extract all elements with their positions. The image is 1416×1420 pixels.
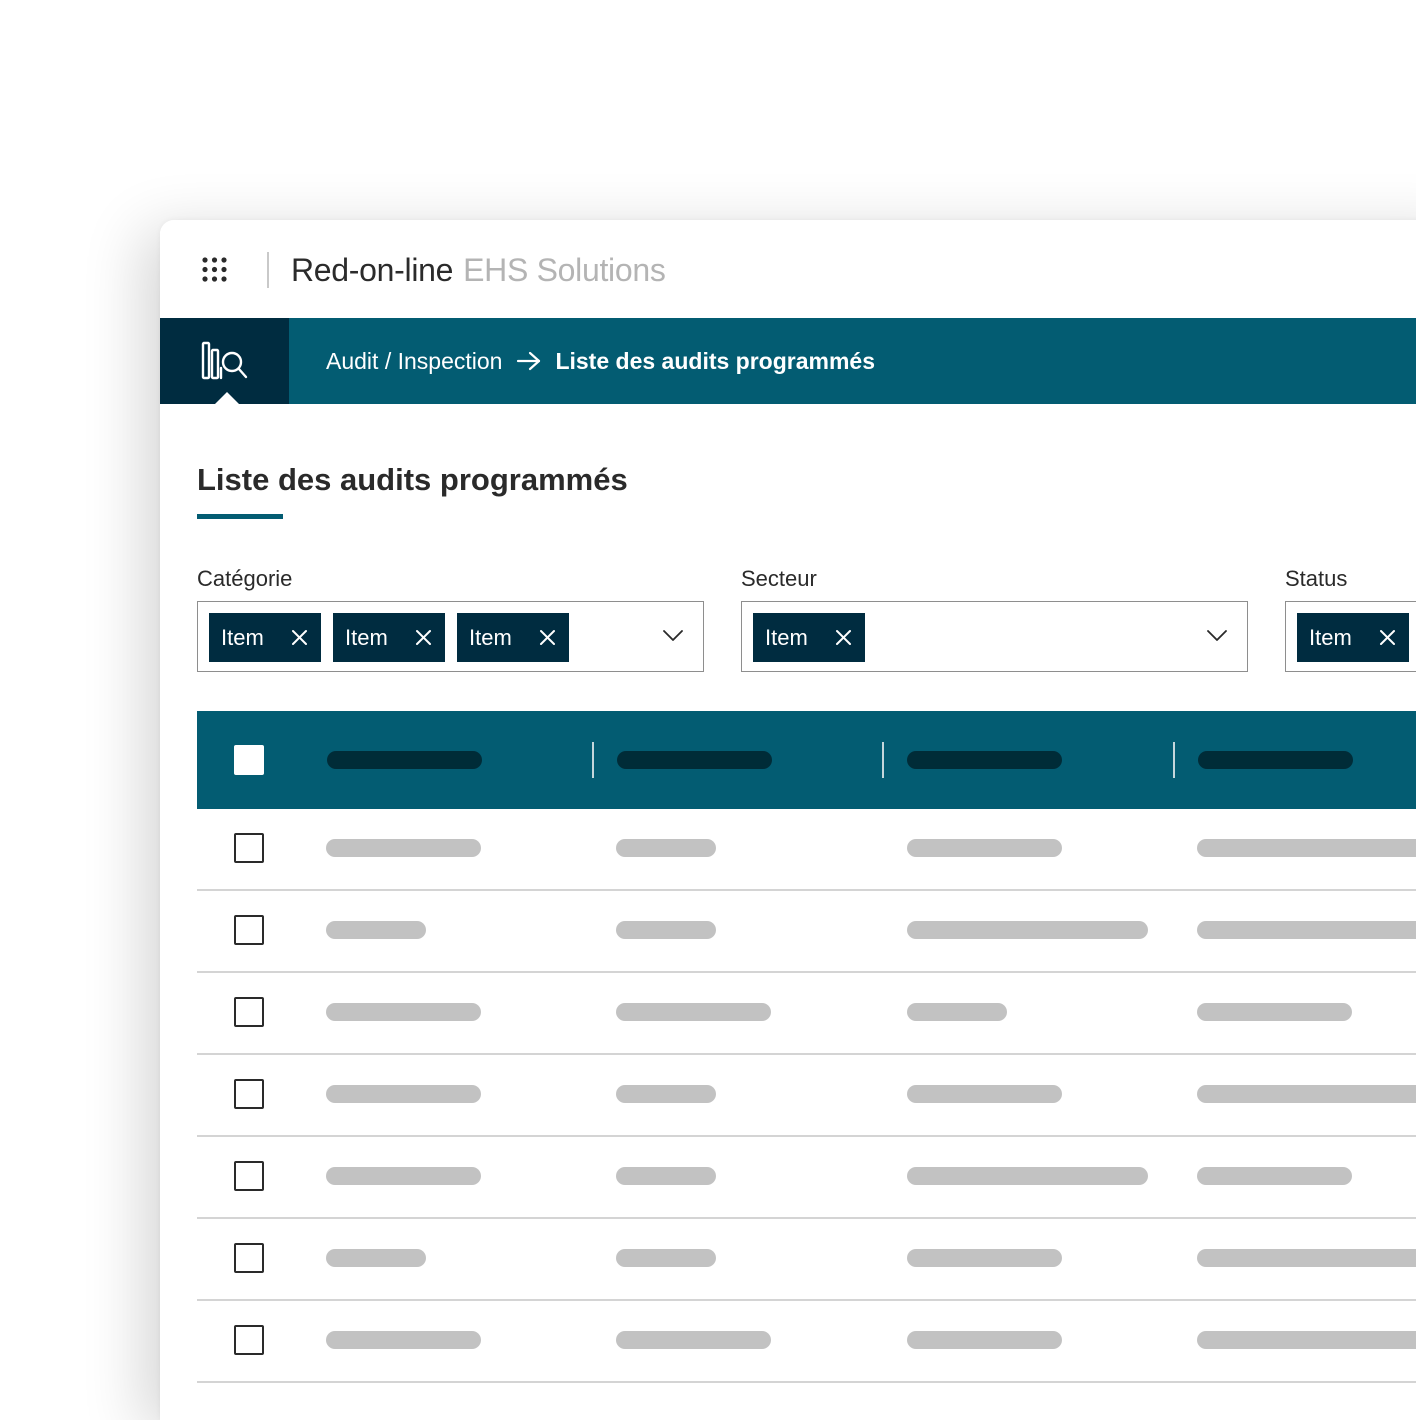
active-module-caret — [215, 392, 239, 404]
filter-label-categorie: Catégorie — [197, 566, 293, 591]
cell-placeholder — [907, 921, 1148, 939]
column-header-placeholder[interactable] — [1198, 751, 1353, 769]
column-divider — [592, 742, 594, 778]
brand-product: EHS Solutions — [463, 252, 666, 288]
cell-placeholder — [907, 1085, 1062, 1103]
table-row[interactable] — [197, 1055, 1416, 1137]
table-row[interactable] — [197, 1219, 1416, 1301]
cell-placeholder — [616, 1167, 716, 1185]
table-row[interactable] — [197, 809, 1416, 891]
audit-inspection-icon — [201, 341, 248, 380]
module-audit-tile[interactable] — [160, 318, 289, 404]
title-underline — [197, 514, 283, 519]
module-nav-bar: Audit / Inspection Liste des audits prog… — [160, 318, 1416, 404]
cell-placeholder — [907, 839, 1062, 857]
close-icon[interactable] — [835, 629, 852, 646]
cell-placeholder — [326, 839, 481, 857]
page-title: Liste des audits programmés — [197, 462, 628, 497]
breadcrumb-current: Liste des audits programmés — [555, 347, 875, 374]
cell-placeholder — [907, 1331, 1062, 1349]
app-launcher-icon[interactable] — [202, 257, 227, 282]
table-header — [197, 711, 1416, 809]
close-icon[interactable] — [539, 629, 556, 646]
chip-label: Item — [1309, 625, 1352, 650]
column-divider — [1173, 742, 1175, 778]
row-checkbox[interactable] — [234, 1243, 264, 1273]
secteur-multiselect[interactable]: Item — [741, 601, 1248, 672]
select-all-checkbox[interactable] — [234, 745, 264, 775]
cell-placeholder — [326, 1167, 481, 1185]
row-checkbox[interactable] — [234, 1325, 264, 1355]
chip-categorie[interactable]: Item — [209, 613, 321, 662]
row-checkbox[interactable] — [234, 833, 264, 863]
cell-placeholder — [326, 921, 426, 939]
row-checkbox[interactable] — [234, 915, 264, 945]
column-divider — [882, 742, 884, 778]
cell-placeholder — [326, 1331, 481, 1349]
cell-placeholder — [907, 1167, 1148, 1185]
brand-name: Red-on-line — [291, 252, 454, 288]
cell-placeholder — [1197, 921, 1416, 939]
cell-placeholder — [326, 1249, 426, 1267]
cell-placeholder — [1197, 1249, 1416, 1267]
row-checkbox[interactable] — [234, 1079, 264, 1109]
cell-placeholder — [1197, 839, 1416, 857]
chip-label: Item — [469, 625, 512, 650]
cell-placeholder — [616, 1085, 716, 1103]
cell-placeholder — [907, 1003, 1007, 1021]
cell-placeholder — [907, 1249, 1062, 1267]
chevron-down-icon[interactable] — [663, 630, 683, 642]
chip-status[interactable]: Item — [1297, 613, 1409, 662]
close-icon[interactable] — [291, 629, 308, 646]
status-multiselect[interactable]: Item — [1285, 601, 1416, 672]
row-checkbox[interactable] — [234, 1161, 264, 1191]
column-header-placeholder[interactable] — [907, 751, 1062, 769]
column-header-placeholder[interactable] — [617, 751, 772, 769]
cell-placeholder — [616, 921, 716, 939]
chip-label: Item — [345, 625, 388, 650]
cell-placeholder — [326, 1003, 481, 1021]
row-checkbox[interactable] — [234, 997, 264, 1027]
filter-label-status: Status — [1285, 566, 1348, 591]
cell-placeholder — [616, 1003, 771, 1021]
chip-label: Item — [221, 625, 264, 650]
cell-placeholder — [1197, 1167, 1352, 1185]
top-bar: Red-on-line EHS Solutions — [160, 220, 1416, 318]
cell-placeholder — [1197, 1331, 1416, 1349]
chip-secteur[interactable]: Item — [753, 613, 865, 662]
app-window: Red-on-line EHS Solutions Audit / Inspect… — [160, 220, 1416, 1420]
cell-placeholder — [1197, 1003, 1352, 1021]
table-row[interactable] — [197, 1137, 1416, 1219]
arrow-right-icon — [517, 351, 541, 371]
chip-label: Item — [765, 625, 808, 650]
filter-label-secteur: Secteur — [741, 566, 817, 591]
table-row[interactable] — [197, 1301, 1416, 1383]
breadcrumb-parent[interactable]: Audit / Inspection — [326, 348, 502, 375]
table-row[interactable] — [197, 891, 1416, 973]
chevron-down-icon[interactable] — [1207, 630, 1227, 642]
categorie-multiselect[interactable]: Item Item Item — [197, 601, 704, 672]
cell-placeholder — [616, 1249, 716, 1267]
brand-logo[interactable]: Red-on-line EHS Solutions — [291, 250, 666, 290]
chip-categorie[interactable]: Item — [333, 613, 445, 662]
audits-table — [197, 711, 1416, 1383]
topbar-divider — [267, 252, 269, 288]
cell-placeholder — [616, 839, 716, 857]
cell-placeholder — [1197, 1085, 1416, 1103]
chip-categorie[interactable]: Item — [457, 613, 569, 662]
cell-placeholder — [616, 1331, 771, 1349]
close-icon[interactable] — [415, 629, 432, 646]
cell-placeholder — [326, 1085, 481, 1103]
column-header-placeholder[interactable] — [327, 751, 482, 769]
breadcrumb: Audit / Inspection Liste des audits prog… — [326, 318, 875, 404]
table-row[interactable] — [197, 973, 1416, 1055]
close-icon[interactable] — [1379, 629, 1396, 646]
